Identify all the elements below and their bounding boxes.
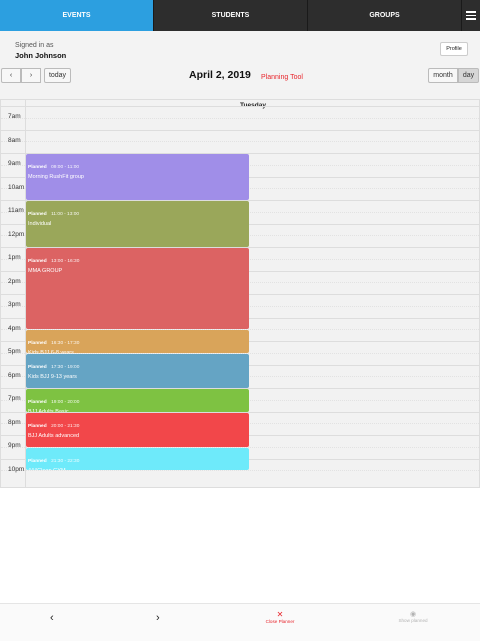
close-planner-button[interactable]: ✕ Close Planner <box>257 610 303 624</box>
hour-label: 5pm <box>8 348 21 355</box>
event-status: Planned <box>28 165 47 170</box>
eye-icon: ◉ <box>409 611 417 618</box>
top-tab-bar: EVENTS STUDENTS GROUPS <box>0 0 480 31</box>
date-title: April 2, 2019 <box>189 69 251 81</box>
event-status: Planned <box>28 423 47 429</box>
event-status: Planned <box>28 364 47 370</box>
event-title: Kids BJJ 6-8 years <box>28 350 247 353</box>
time-slot[interactable] <box>1 106 480 118</box>
event-status: Planned <box>28 458 47 464</box>
event-status: Planned <box>28 341 47 347</box>
hour-label: 8am <box>8 136 21 144</box>
event-title: MMA GROUP <box>28 268 63 274</box>
tab-groups[interactable]: GROUPS <box>308 0 462 31</box>
hour-label: 4pm <box>8 324 21 332</box>
event-time: 21:30 - 22:30 <box>51 458 80 464</box>
event-title: Individual <box>28 221 52 227</box>
event-title: BJJ Adults Basic <box>28 409 247 412</box>
event-status: Planned <box>28 212 47 217</box>
hour-label: 10pm <box>8 465 25 473</box>
user-bar: Signed in as John Johnson Profile <box>0 31 480 67</box>
event-time: 11:00 - 13:00 <box>51 212 80 217</box>
calendar-event[interactable]: Planned 09:00 - 11:00 Morning RushFit gro… <box>26 154 249 200</box>
hour-label: 11am <box>8 207 24 214</box>
hour-label: 6pm <box>8 371 21 379</box>
user-name: John Johnson <box>15 51 67 60</box>
hour-label: 3pm <box>8 301 21 308</box>
event-status: Planned <box>28 259 47 264</box>
calendar-event[interactable]: Planned 17:30 - 19:00 Kids BJJ 9-13 years <box>26 353 249 388</box>
calendar-event[interactable]: Planned 19:00 - 20:00 BJJ Adults Basic <box>26 389 249 412</box>
time-slot[interactable] <box>1 470 480 482</box>
profile-button[interactable]: Profile <box>440 42 468 56</box>
calendar-event[interactable]: Planned 16:30 - 17:30 Kids BJJ 6-8 years <box>26 330 249 353</box>
event-title: BJJ Adults advanced <box>28 432 80 439</box>
calendar-event[interactable]: Planned 21:30 - 22:30 444Clean GYM <box>26 447 249 471</box>
next-day-button[interactable]: › <box>21 68 41 83</box>
close-planner-label: Close Planner <box>265 619 295 624</box>
planning-tool-label: Planning Tool <box>261 74 303 81</box>
hour-label: 9am <box>8 160 21 167</box>
time-slot[interactable] <box>1 129 480 142</box>
event-title: 444Clean GYM <box>28 468 247 471</box>
calendar-event[interactable]: Planned 11:00 - 13:00 Individual <box>26 201 249 247</box>
bottom-bar: ‹ › ✕ Close Planner ◉ Show planned <box>0 603 480 641</box>
day-view-button[interactable]: day <box>458 68 479 83</box>
event-title: Morning RushFit group <box>28 174 84 180</box>
month-view-button[interactable]: month <box>428 68 458 83</box>
event-time: 16:30 - 17:30 <box>51 341 80 347</box>
hour-label: 8pm <box>8 418 21 426</box>
signed-in-label: Signed in as <box>15 42 54 49</box>
calendar-toolbar: ‹ › today April 2, 2019 Planning Tool mo… <box>0 67 480 99</box>
hour-label: 12pm <box>8 230 25 238</box>
hour-label: 10am <box>8 183 25 191</box>
event-time: 13:00 - 16:30 <box>51 259 80 264</box>
calendar-event[interactable]: Planned 13:00 - 16:30 MMA GROUP <box>26 248 249 330</box>
hamburger-menu-icon[interactable] <box>462 0 480 31</box>
today-button[interactable]: today <box>44 68 71 83</box>
hour-label: 1pm <box>8 254 21 261</box>
event-title: Kids BJJ 9-13 years <box>28 373 77 380</box>
event-time: 09:00 - 11:00 <box>51 165 80 170</box>
calendar-event[interactable]: Planned 20:00 - 21:30 BJJ Adults advanced <box>26 412 249 447</box>
bottom-prev-icon[interactable]: ‹ <box>50 612 54 624</box>
event-time: 17:30 - 19:00 <box>51 364 80 370</box>
hour-label: 7am <box>8 113 21 120</box>
close-icon: ✕ <box>276 610 284 619</box>
event-status: Planned <box>28 400 47 405</box>
hour-label: 2pm <box>8 277 21 285</box>
time-slot[interactable] <box>1 141 480 153</box>
tab-students[interactable]: STUDENTS <box>154 0 308 31</box>
show-planned-label: Show planned <box>398 618 428 623</box>
prev-day-button[interactable]: ‹ <box>1 68 21 83</box>
bottom-next-icon[interactable]: › <box>156 612 160 624</box>
hour-label: 7pm <box>8 395 21 402</box>
show-planned-button[interactable]: ◉ Show planned <box>390 610 436 623</box>
event-time: 19:00 - 20:00 <box>51 400 80 405</box>
tab-events[interactable]: EVENTS <box>0 0 154 31</box>
day-calendar: Tuesday 7am 8am 9am 10am 11am 12pm 1pm 2pm 3pm 4p… <box>0 99 480 488</box>
time-slot[interactable] <box>1 117 480 130</box>
event-time: 20:00 - 21:30 <box>51 423 80 429</box>
hour-label: 9pm <box>8 442 21 449</box>
